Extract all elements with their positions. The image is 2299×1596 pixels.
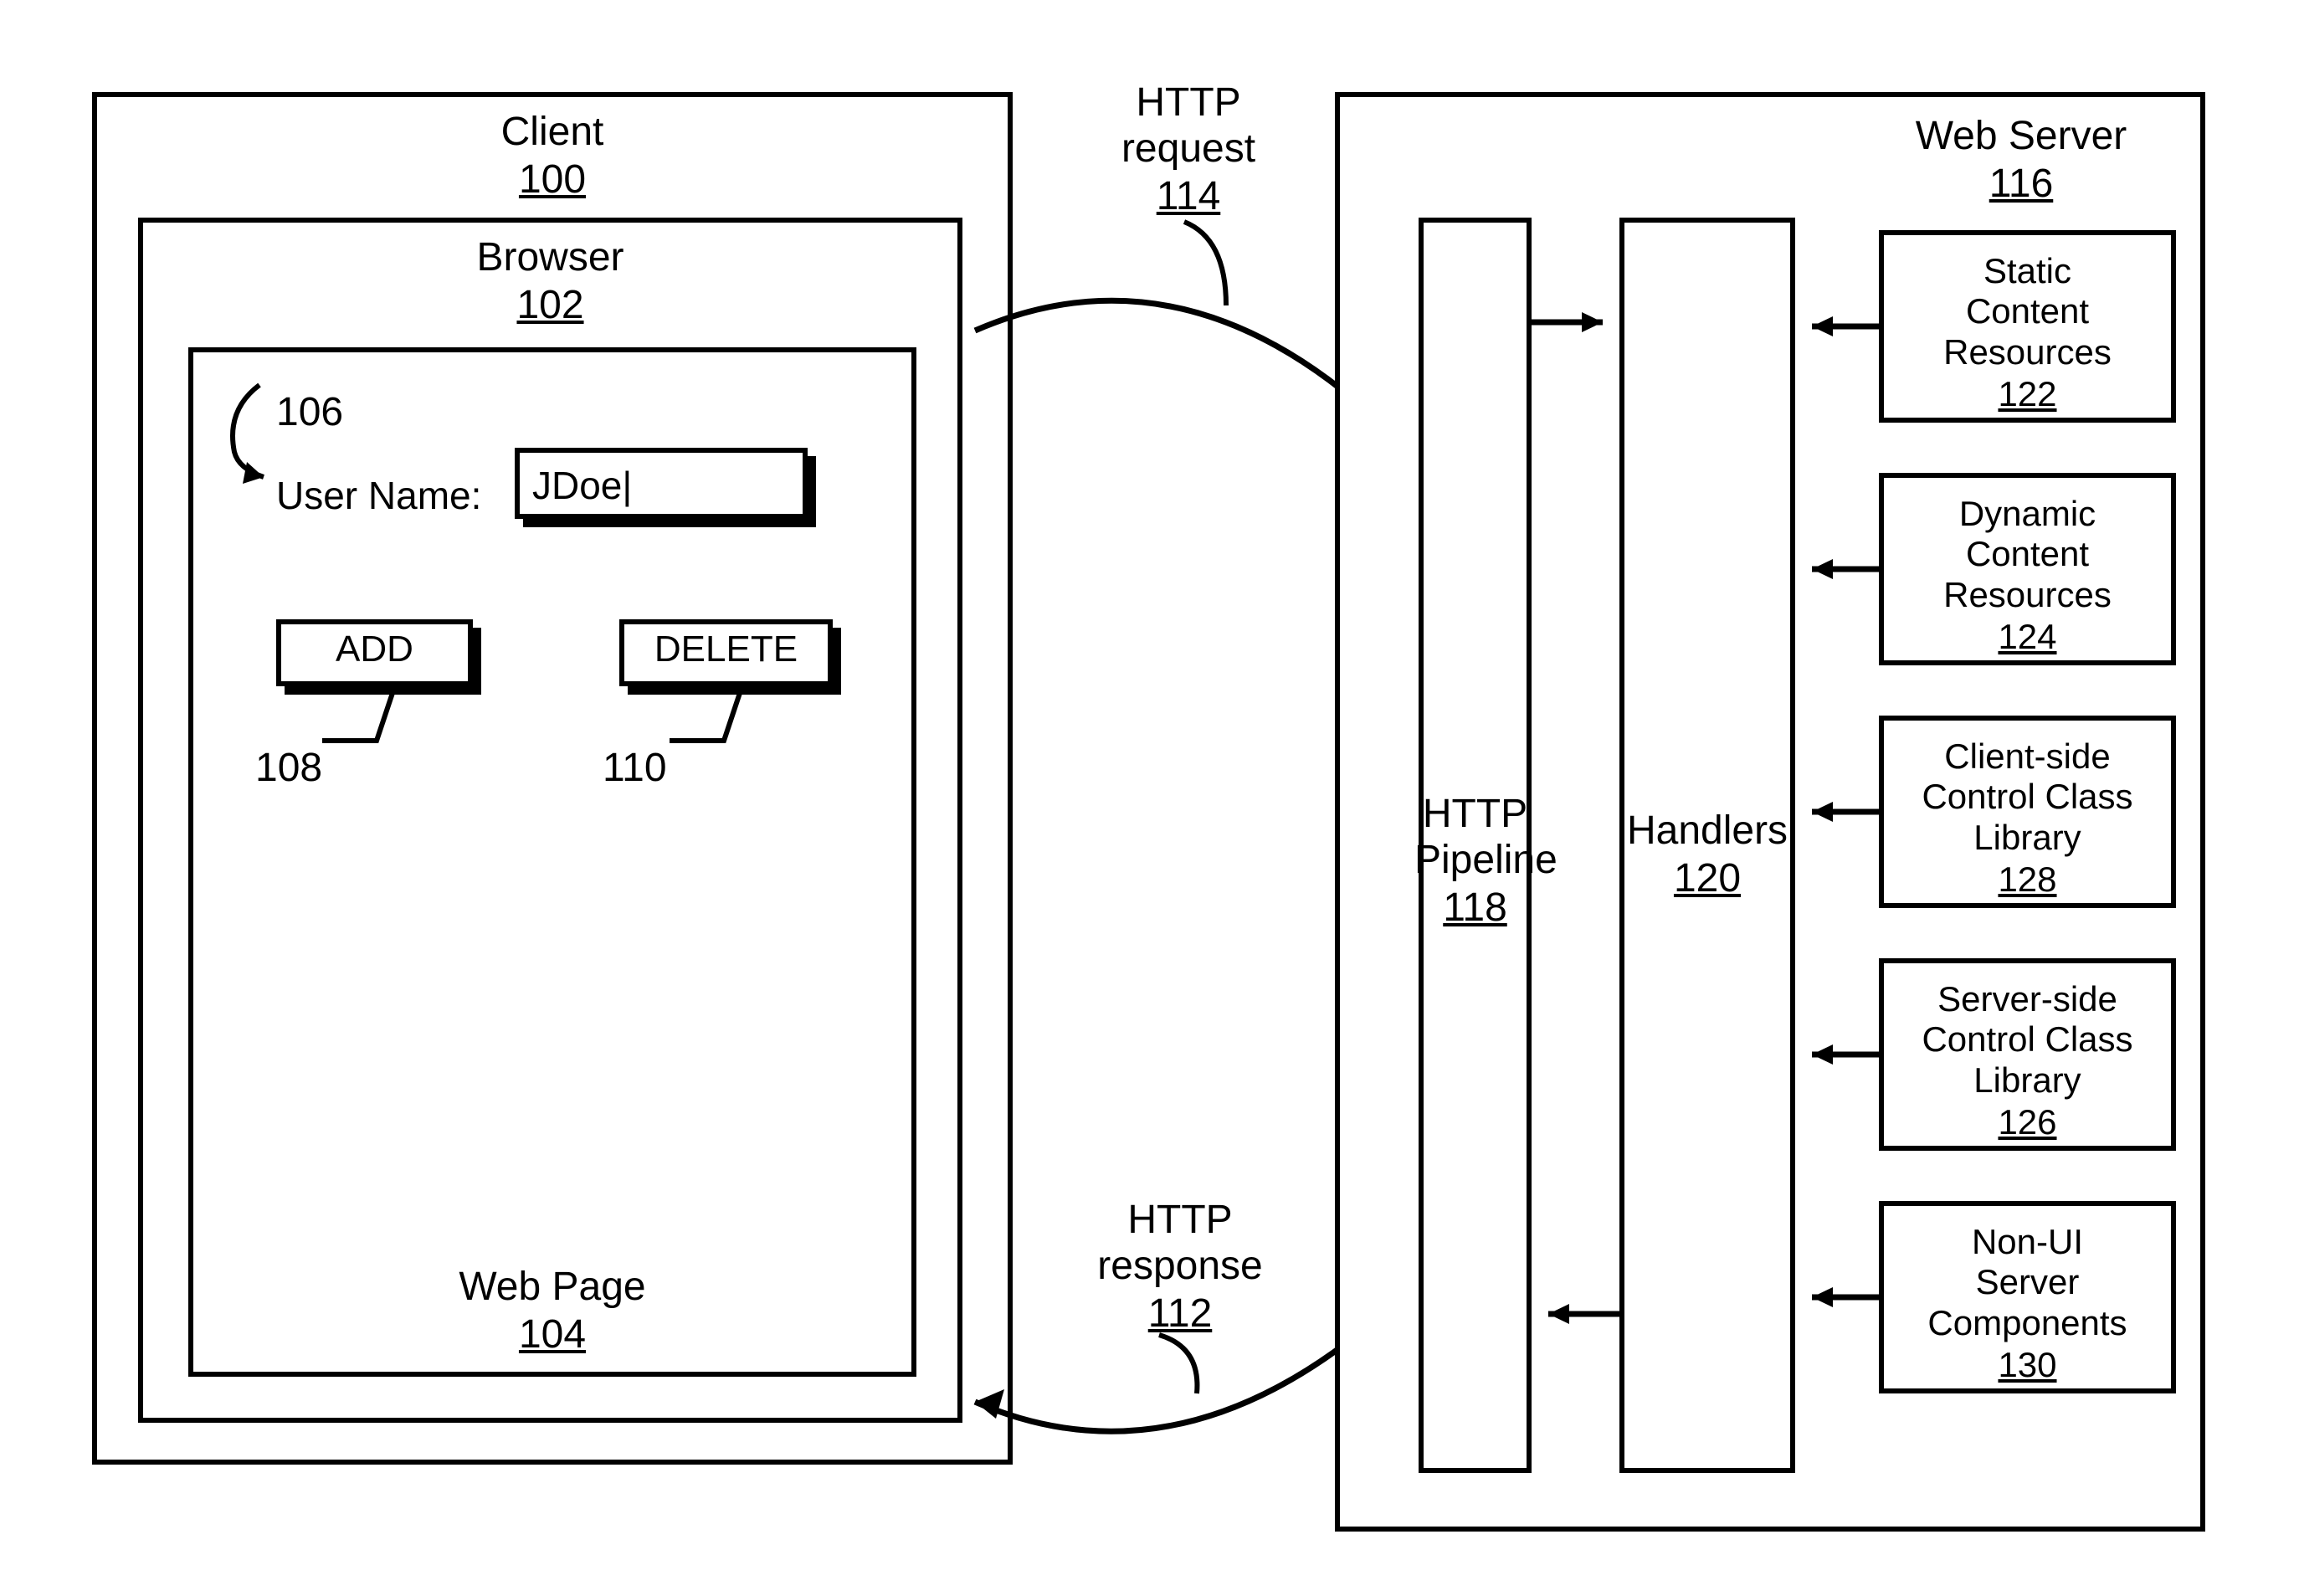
handlers-title: Handlers [1619,808,1795,854]
handlers-label: Handlers 120 [1619,808,1795,901]
pipeline-num: 118 [1414,885,1536,931]
add-button[interactable]: ADD [276,619,473,686]
username-label: User Name: [276,473,481,518]
client-title: Client [92,109,1013,155]
client-label: Client 100 [92,109,1013,203]
res1-arrow [1795,310,1879,343]
resource-client-lib-num: 128 [1879,860,2176,900]
webpage-title: Web Page [188,1264,916,1310]
client-num: 100 [92,157,1013,203]
res2-arrow [1795,552,1879,586]
res4-arrow [1795,1038,1879,1071]
browser-num: 102 [138,282,962,328]
webserver-label: Web Server 116 [1862,113,2180,207]
resource-nonui-num: 130 [1879,1345,2176,1385]
http-request-label: HTTP request 114 [1071,80,1306,220]
webpage-num: 104 [188,1311,916,1357]
pipeline-title: HTTP Pipeline [1414,791,1536,883]
callout-110: 110 [603,745,667,791]
resource-client-lib-label: Client-side Control Class Library 128 [1879,736,2176,900]
resource-static-label: Static Content Resources 122 [1879,251,2176,414]
http-request-num: 114 [1071,173,1306,219]
add-label: ADD [336,629,413,670]
callout-108: 108 [255,745,322,791]
resource-dynamic-label: Dynamic Content Resources 124 [1879,494,2176,657]
handlers-num: 120 [1619,855,1795,901]
resource-server-lib-title: Server-side Control Class Library [1879,979,2176,1101]
pipe-to-handlers-arrow [1532,305,1619,339]
webserver-title: Web Server [1862,113,2180,159]
pipeline-label: HTTP Pipeline 118 [1414,791,1536,931]
browser-label: Browser 102 [138,234,962,328]
resource-client-lib-title: Client-side Control Class Library [1879,736,2176,858]
webpage-label: Web Page 104 [188,1264,916,1357]
username-input[interactable]: JDoe| [515,448,808,519]
resource-static-num: 122 [1879,374,2176,414]
res3-arrow [1795,795,1879,829]
handlers-to-pipe-arrow [1532,1297,1619,1331]
res5-arrow [1795,1280,1879,1314]
username-value: JDoe| [532,463,632,508]
resource-static-title: Static Content Resources [1879,251,2176,372]
http-request-title: HTTP request [1071,80,1306,172]
callout-108-leader [322,690,423,757]
callout-110-leader [670,690,770,757]
resource-nonui-title: Non-UI Server Components [1879,1222,2176,1343]
resource-server-lib-label: Server-side Control Class Library 126 [1879,979,2176,1142]
resource-nonui-label: Non-UI Server Components 130 [1879,1222,2176,1385]
resource-dynamic-num: 124 [1879,617,2176,657]
resource-dynamic-title: Dynamic Content Resources [1879,494,2176,615]
resource-server-lib-num: 126 [1879,1102,2176,1142]
webserver-num: 116 [1862,161,2180,207]
delete-button[interactable]: DELETE [619,619,833,686]
delete-label: DELETE [654,629,798,670]
browser-title: Browser [138,234,962,280]
